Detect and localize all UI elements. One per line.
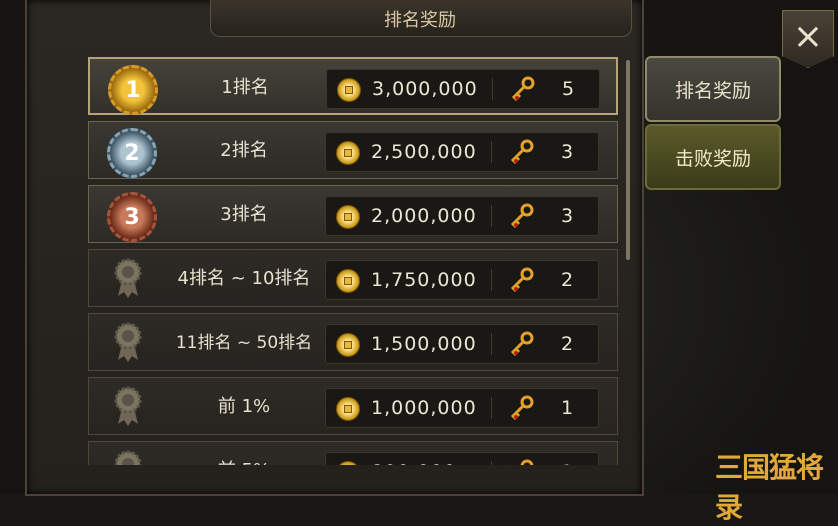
ribbon-medal-icon [114, 322, 142, 362]
reward-row: 3 3排名 2,000,000 3 [88, 185, 618, 243]
rank-label: 1排名 [221, 77, 269, 98]
ribbon-medal-icon [114, 258, 142, 298]
reward-list[interactable]: 1 1排名 3,000,000 5 2 2排名 2,500,000 3 3 3排… [88, 57, 622, 465]
tab-defeat-reward[interactable]: 击败奖励 [645, 124, 781, 190]
key-icon [510, 395, 534, 421]
key-icon [511, 76, 535, 102]
reward-box: 800,000 1 [325, 452, 599, 465]
coin-icon [336, 461, 360, 465]
coin-amount: 2,500,000 [371, 141, 477, 163]
coin-amount: 1,750,000 [371, 269, 477, 291]
rank-label: 4排名 ~ 10排名 [177, 268, 311, 289]
close-icon: × [792, 16, 824, 57]
divider [491, 141, 492, 163]
reward-row: 2 2排名 2,500,000 3 [88, 121, 618, 179]
divider [491, 205, 492, 227]
key-count: 2 [561, 333, 574, 355]
coin-amount: 1,500,000 [371, 333, 477, 355]
rank-label: 2排名 [220, 140, 268, 161]
scrollbar[interactable] [626, 60, 630, 260]
divider [492, 78, 493, 100]
reward-row: 前 1% 1,000,000 1 [88, 377, 618, 435]
key-count: 1 [561, 397, 574, 419]
key-icon [510, 139, 534, 165]
key-icon [510, 203, 534, 229]
divider [491, 269, 492, 291]
reward-box: 1,500,000 2 [325, 324, 599, 364]
coin-icon [337, 78, 361, 102]
reward-row: 11排名 ~ 50排名 1,500,000 2 [88, 313, 618, 371]
reward-row: 1 1排名 3,000,000 5 [88, 57, 618, 115]
rank-label: 前 1% [217, 396, 271, 417]
reward-box: 2,500,000 3 [325, 132, 599, 172]
panel-title: 排名奖励 [384, 10, 456, 31]
key-count: 3 [561, 205, 574, 227]
divider [491, 333, 492, 355]
key-count: 2 [561, 269, 574, 291]
reward-box: 2,000,000 3 [325, 196, 599, 236]
bronze-medal-icon: 3 [107, 192, 157, 242]
key-icon [520, 459, 534, 465]
reward-row: 前 5% 800,000 1 [88, 441, 618, 465]
coin-icon [336, 397, 360, 421]
rank-label: 3排名 [220, 204, 268, 225]
coin-icon [336, 205, 360, 229]
key-icon [510, 267, 534, 293]
reward-row: 4排名 ~ 10排名 1,750,000 2 [88, 249, 618, 307]
tab-rank-reward[interactable]: 排名奖励 [645, 56, 781, 122]
coin-amount: 3,000,000 [372, 78, 478, 100]
ribbon-medal-icon [114, 386, 142, 426]
reward-box: 3,000,000 5 [326, 69, 600, 109]
reward-box: 1,750,000 2 [325, 260, 599, 300]
coin-amount: 1,000,000 [371, 397, 477, 419]
rank-label: 11排名 ~ 50排名 [175, 333, 313, 353]
key-icon [510, 331, 534, 357]
coin-amount: 800,000 [371, 453, 457, 465]
key-count: 1 [561, 453, 573, 465]
coin-icon [336, 141, 360, 165]
key-count: 5 [562, 78, 575, 100]
coin-icon [336, 333, 360, 357]
coin-icon [336, 269, 360, 293]
key-count: 3 [561, 141, 574, 163]
gold-medal-icon: 1 [108, 65, 158, 115]
ribbon-medal-icon [114, 450, 142, 465]
reward-box: 1,000,000 1 [325, 388, 599, 428]
divider [491, 397, 492, 419]
silver-medal-icon: 2 [107, 128, 157, 178]
game-logo: 三国猛将录 [715, 451, 824, 524]
close-button[interactable]: × [782, 10, 834, 68]
divider [491, 461, 492, 465]
coin-amount: 2,000,000 [371, 205, 477, 227]
rank-label: 前 5% [159, 442, 329, 465]
